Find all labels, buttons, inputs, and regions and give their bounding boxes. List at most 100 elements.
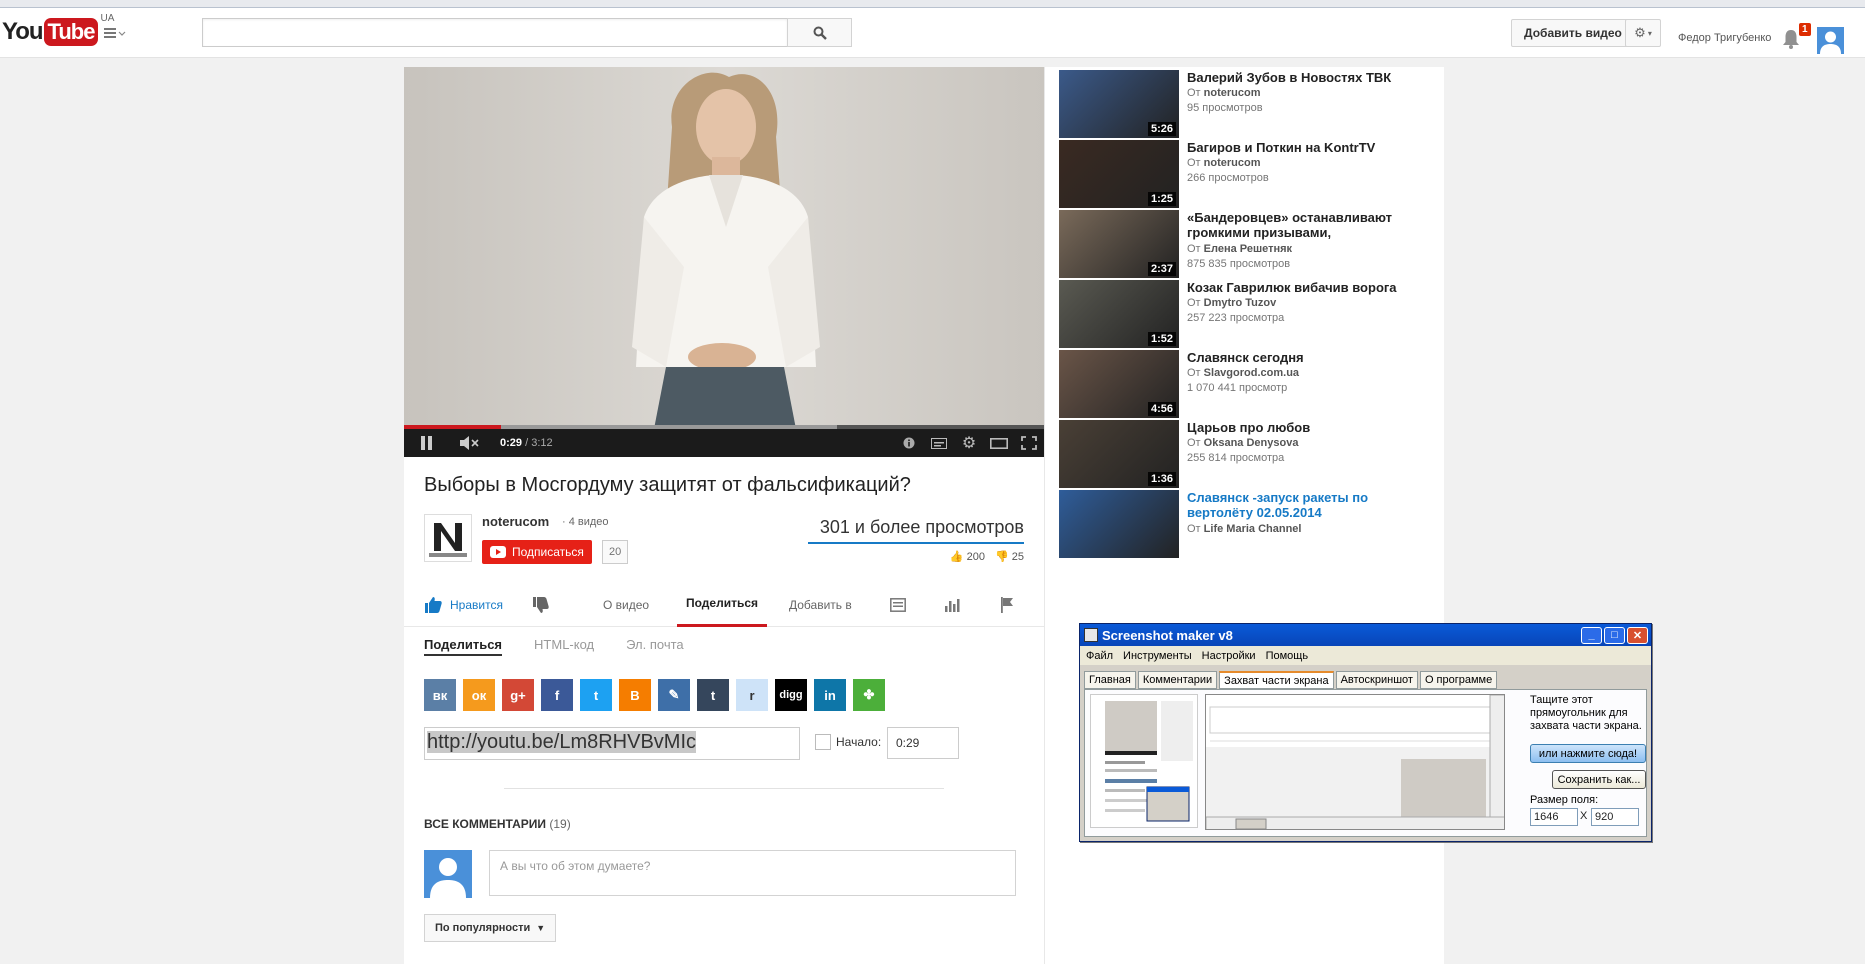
sm-tab-capture-region[interactable]: Захват части экрана: [1219, 671, 1334, 689]
sm-tab-comments[interactable]: Комментарии: [1137, 671, 1218, 689]
upload-button[interactable]: Добавить видео: [1511, 19, 1635, 47]
search-button[interactable]: [787, 18, 852, 47]
sm-menu-settings[interactable]: Настройки: [1202, 650, 1256, 662]
related-video-item[interactable]: 1:52 Козак Гаврилюк вибачив ворога От Dmyt…: [1059, 280, 1439, 350]
like-button[interactable]: Нравится: [424, 582, 503, 627]
minimize-button[interactable]: _: [1581, 626, 1602, 644]
related-video-title[interactable]: «Бандеровцев» останавливают громкими при…: [1187, 210, 1417, 240]
share-stumbleupon-button[interactable]: ✤: [853, 679, 885, 711]
share-blogger-button[interactable]: B: [619, 679, 651, 711]
sm-tab-about[interactable]: О программе: [1419, 671, 1498, 689]
share-twitter-button[interactable]: t: [580, 679, 612, 711]
transcript-button[interactable]: [890, 582, 906, 627]
channel-name-link[interactable]: noterucom: [482, 514, 549, 529]
guide-menu-button[interactable]: [104, 26, 130, 42]
share-subtab-email[interactable]: Эл. почта: [626, 637, 684, 656]
video-thumbnail[interactable]: [1059, 490, 1179, 558]
sm-title: Screenshot maker v8: [1102, 627, 1233, 643]
search-input[interactable]: [202, 18, 787, 47]
subtitles-button[interactable]: [924, 429, 954, 457]
related-video-title[interactable]: Валерий Зубов в Новостях ТВК: [1187, 70, 1417, 85]
dislike-count: 👎 25: [994, 551, 1024, 563]
notifications-button[interactable]: [1782, 29, 1800, 52]
video-thumbnail[interactable]: 1:52: [1059, 280, 1179, 348]
share-tab[interactable]: Поделиться: [677, 582, 768, 627]
share-livejournal-button[interactable]: ✎: [658, 679, 690, 711]
about-tab[interactable]: О видео: [603, 582, 649, 627]
subscriber-count: 20: [602, 540, 629, 564]
share-url-field[interactable]: http://youtu.be/Lm8RHVBvMIc: [424, 727, 800, 760]
maximize-button[interactable]: □: [1604, 626, 1625, 644]
close-button[interactable]: ✕: [1627, 626, 1648, 644]
masthead: You Tube UA Добавить видео ⚙ ▾ Федор Триг…: [0, 8, 1865, 58]
related-video-author: От noterucom: [1187, 157, 1261, 169]
mute-button[interactable]: [450, 429, 490, 457]
video-thumbnail[interactable]: 1:25: [1059, 140, 1179, 208]
related-video-item[interactable]: Славянск -запуск ракеты по вертолёту 02.…: [1059, 490, 1439, 560]
sm-menu-tools[interactable]: Инструменты: [1123, 650, 1192, 662]
related-video-title[interactable]: Багиров и Поткин на KontrTV: [1187, 140, 1417, 155]
bar-chart-icon: [945, 598, 960, 612]
settings-gear-button[interactable]: ⚙: [954, 429, 984, 457]
theater-mode-button[interactable]: [984, 429, 1014, 457]
video-thumbnail[interactable]: 2:37: [1059, 210, 1179, 278]
settings-button[interactable]: ⚙ ▾: [1625, 19, 1661, 47]
share-subtab-share[interactable]: Поделиться: [424, 637, 503, 656]
related-video-item[interactable]: 4:56 Славянск сегодня От Slavgorod.com.ua 1…: [1059, 350, 1439, 420]
related-video-item[interactable]: 5:26 Валерий Зубов в Новостях ТВК От noter…: [1059, 70, 1439, 140]
video-title: Выборы в Мосгордуму защитят от фальсифик…: [424, 474, 911, 496]
comment-sort-dropdown[interactable]: По популярности ▼: [424, 914, 557, 942]
share-digg-button[interactable]: digg: [775, 679, 807, 711]
sm-tab-main[interactable]: Главная: [1084, 671, 1136, 689]
share-subtab-embed[interactable]: HTML-код: [534, 637, 594, 656]
video-thumbnail[interactable]: 1:36: [1059, 420, 1179, 488]
share-odnoklassniki-button[interactable]: ок: [463, 679, 495, 711]
pause-button[interactable]: [404, 429, 450, 457]
statistics-button[interactable]: [944, 582, 960, 627]
start-time-checkbox[interactable]: [815, 734, 831, 750]
odnoklassniki-icon: ок: [471, 687, 487, 703]
related-video-title[interactable]: Славянск сегодня: [1187, 350, 1417, 365]
sm-menu-file[interactable]: Файл: [1086, 650, 1113, 662]
share-facebook-button[interactable]: f: [541, 679, 573, 711]
share-linkedin-button[interactable]: in: [814, 679, 846, 711]
share-reddit-button[interactable]: r: [736, 679, 768, 711]
video-player[interactable]: 0:29 / 3:12 ⚙: [404, 67, 1044, 457]
user-name[interactable]: Федор Тригубенко: [1678, 32, 1771, 44]
video-thumbnail[interactable]: 5:26: [1059, 70, 1179, 138]
related-video-title[interactable]: Козак Гаврилюк вибачив ворога: [1187, 280, 1417, 295]
sm-capture-view[interactable]: [1205, 694, 1505, 830]
sm-titlebar[interactable]: Screenshot maker v8 _ □ ✕: [1080, 624, 1651, 646]
channel-avatar[interactable]: [424, 514, 472, 562]
video-thumbnail[interactable]: 4:56: [1059, 350, 1179, 418]
sm-menu-help[interactable]: Помощь: [1266, 650, 1309, 662]
time-display: 0:29 / 3:12: [500, 437, 553, 449]
fullscreen-button[interactable]: [1014, 429, 1044, 457]
add-to-tab[interactable]: Добавить в: [789, 582, 852, 627]
dislike-button[interactable]: [532, 582, 549, 627]
related-video-item[interactable]: 2:37 «Бандеровцев» останавливают громкими…: [1059, 210, 1439, 280]
share-vk-button[interactable]: вк: [424, 679, 456, 711]
sm-tab-autoscreenshot[interactable]: Автоскриншот: [1335, 671, 1418, 689]
transcript-icon: [890, 597, 906, 612]
save-as-button[interactable]: Сохранить как...: [1552, 770, 1646, 789]
related-video-title[interactable]: Славянск -запуск ракеты по вертолёту 02.…: [1187, 490, 1417, 520]
related-video-item[interactable]: 1:25 Багиров и Поткин на KontrTV От noteru…: [1059, 140, 1439, 210]
share-google-plus-button[interactable]: g+: [502, 679, 534, 711]
report-button[interactable]: [1000, 582, 1014, 627]
start-time-input[interactable]: 0:29: [887, 727, 959, 759]
related-video-author: От Елена Решетняк: [1187, 243, 1293, 255]
account-avatar[interactable]: [1817, 27, 1844, 54]
related-video-title[interactable]: Царьов про любов: [1187, 420, 1417, 435]
click-here-button[interactable]: или нажмите сюда!: [1530, 744, 1646, 763]
video-frame[interactable]: [404, 67, 1044, 429]
youtube-logo[interactable]: You Tube UA: [2, 13, 114, 47]
width-spinner[interactable]: 1646: [1530, 808, 1578, 826]
subscribe-button[interactable]: Подписаться: [482, 540, 592, 564]
share-tumblr-button[interactable]: t: [697, 679, 729, 711]
channel-video-count[interactable]: · 4 видео: [562, 516, 609, 528]
comment-input[interactable]: А вы что об этом думаете?: [489, 850, 1016, 896]
height-spinner[interactable]: 920: [1591, 808, 1639, 826]
annotations-button[interactable]: [894, 429, 924, 457]
related-video-item[interactable]: 1:36 Царьов про любов От Oksana Denysova 25…: [1059, 420, 1439, 490]
